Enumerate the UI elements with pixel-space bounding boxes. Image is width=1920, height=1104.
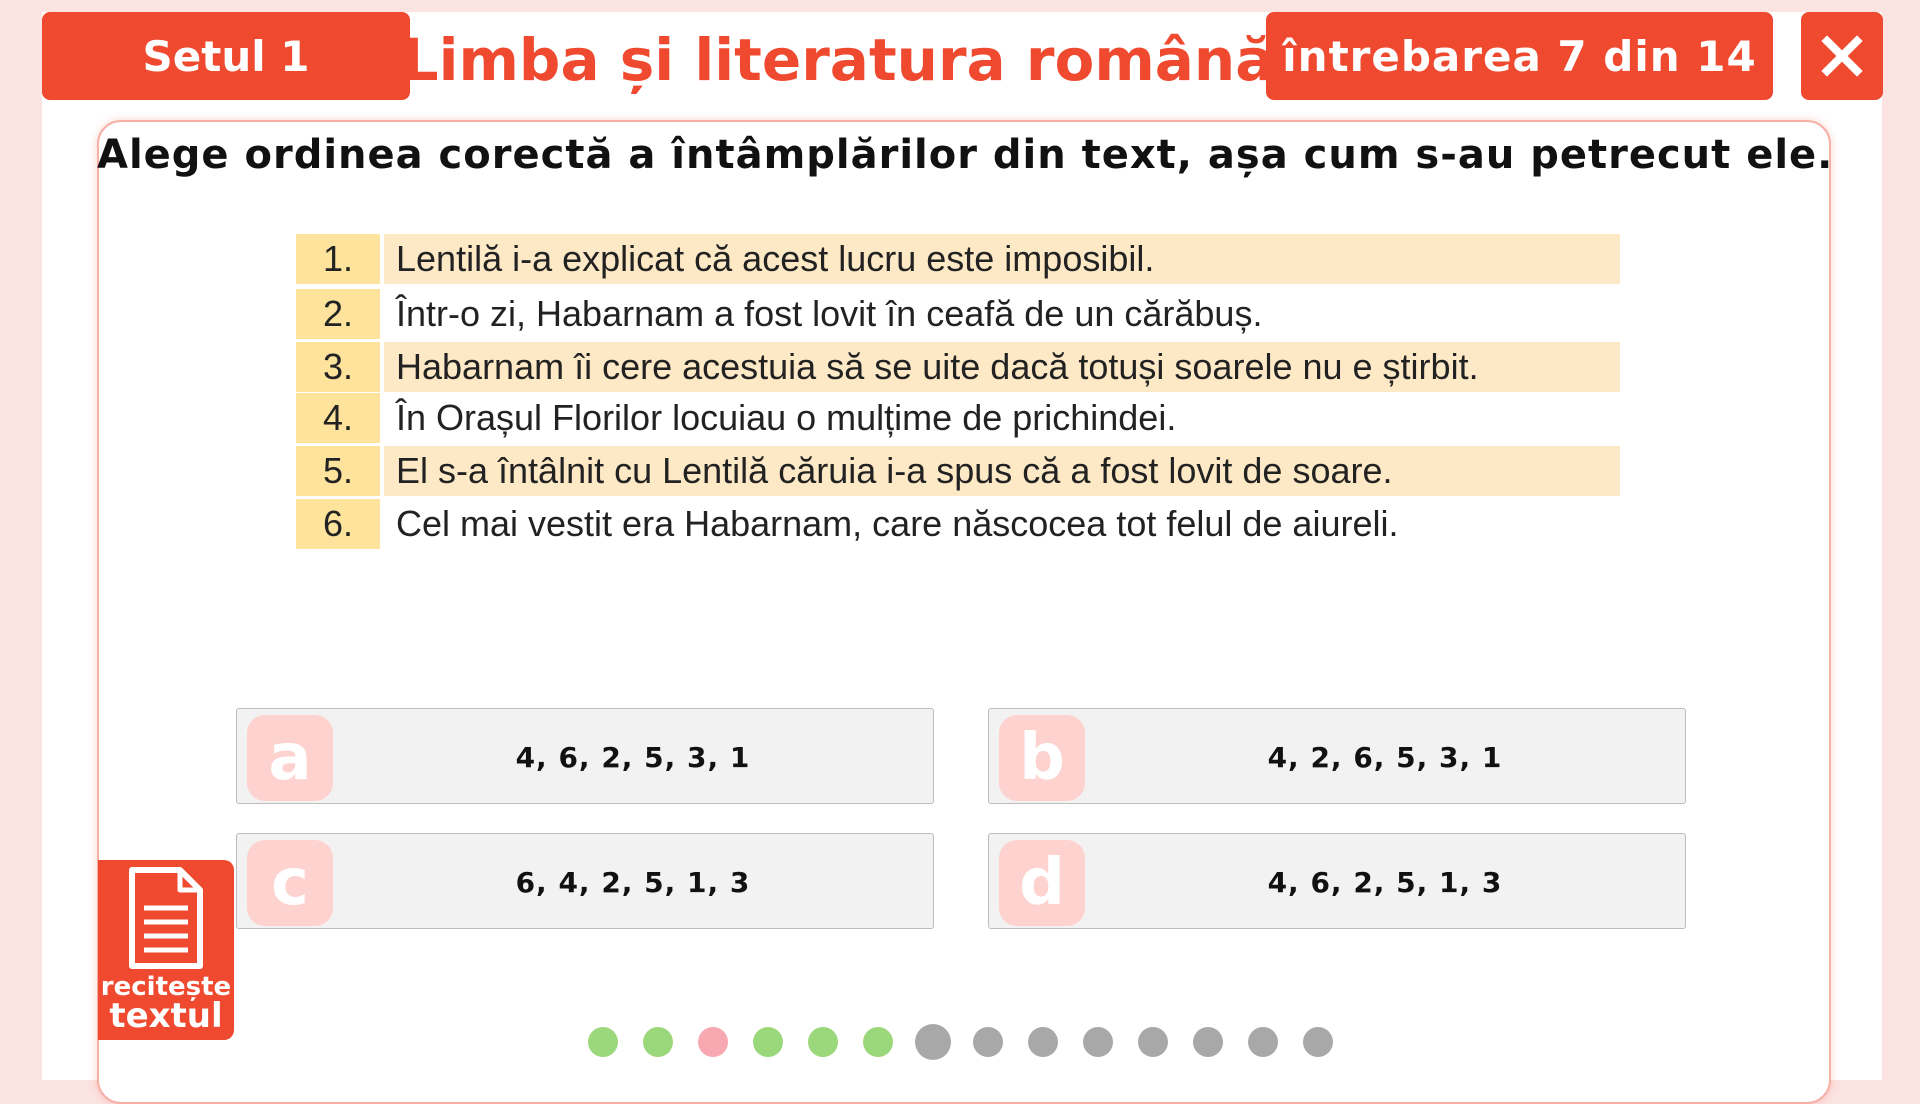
answer-option-b[interactable]: b 4, 2, 6, 5, 3, 1 xyxy=(988,708,1686,804)
progress-dot-4[interactable] xyxy=(753,1027,783,1057)
set-tab: Setul 1 xyxy=(42,12,410,100)
event-number: 6. xyxy=(296,499,380,549)
event-item: 6. Cel mai vestit era Habarnam, care născ… xyxy=(296,499,1626,549)
set-label: Setul 1 xyxy=(142,31,310,81)
progress-dot-12[interactable] xyxy=(1193,1027,1223,1057)
answer-letter-badge: a xyxy=(247,715,333,801)
answer-letter-badge: d xyxy=(999,840,1085,926)
event-text: El s-a întâlnit cu Lentilă căruia i-a sp… xyxy=(384,446,1620,496)
progress-dot-13[interactable] xyxy=(1248,1027,1278,1057)
event-item: 4. În Orașul Florilor locuiau o mulțime d… xyxy=(296,393,1626,443)
answer-value: 4, 2, 6, 5, 3, 1 xyxy=(1267,740,1503,774)
close-button[interactable] xyxy=(1801,12,1883,100)
progress-dot-2[interactable] xyxy=(643,1027,673,1057)
progress-dot-6[interactable] xyxy=(863,1027,893,1057)
progress-dot-5[interactable] xyxy=(808,1027,838,1057)
answer-letter-badge: b xyxy=(999,715,1085,801)
answer-value: 6, 4, 2, 5, 1, 3 xyxy=(515,865,751,899)
event-text: Lentilă i-a explicat că acest lucru este… xyxy=(384,234,1620,284)
question-counter-tab: întrebarea 7 din 14 xyxy=(1266,12,1773,100)
progress-dot-1[interactable] xyxy=(588,1027,618,1057)
progress-dot-9[interactable] xyxy=(1028,1027,1058,1057)
document-icon xyxy=(129,867,203,969)
event-number: 5. xyxy=(296,446,380,496)
question-prompt: Alege ordinea corectă a întâmplărilor di… xyxy=(97,132,1834,178)
progress-dot-10[interactable] xyxy=(1083,1027,1113,1057)
reread-label-line2: textul xyxy=(109,996,223,1036)
progress-dot-7[interactable] xyxy=(915,1024,951,1060)
answer-value: 4, 6, 2, 5, 1, 3 xyxy=(1267,865,1503,899)
event-item: 5. El s-a întâlnit cu Lentilă căruia i-a … xyxy=(296,446,1626,496)
reread-text-button[interactable]: recitește textul xyxy=(98,860,234,1040)
progress-dot-14[interactable] xyxy=(1303,1027,1333,1057)
progress-dot-3[interactable] xyxy=(698,1027,728,1057)
answer-option-d[interactable]: d 4, 6, 2, 5, 1, 3 xyxy=(988,833,1686,929)
answer-option-a[interactable]: a 4, 6, 2, 5, 3, 1 xyxy=(236,708,934,804)
event-number: 1. xyxy=(296,234,380,284)
event-item: 3. Habarnam îi cere acestuia să se uite d… xyxy=(296,342,1626,392)
question-counter: întrebarea 7 din 14 xyxy=(1282,31,1757,81)
subject-title: Limba și literatura română xyxy=(401,26,1275,94)
answer-option-c[interactable]: c 6, 4, 2, 5, 1, 3 xyxy=(236,833,934,929)
answer-letter-badge: c xyxy=(247,840,333,926)
event-text: Într-o zi, Habarnam a fost lovit în ceaf… xyxy=(396,293,1263,334)
event-number: 4. xyxy=(296,393,380,443)
event-text: Cel mai vestit era Habarnam, care născoc… xyxy=(396,503,1399,544)
close-icon xyxy=(1821,35,1863,77)
progress-dot-11[interactable] xyxy=(1138,1027,1168,1057)
event-text: Habarnam îi cere acestuia să se uite dac… xyxy=(384,342,1620,392)
event-number: 3. xyxy=(296,342,380,392)
event-item: 1. Lentilă i-a explicat că acest lucru es… xyxy=(296,234,1626,284)
event-text: În Orașul Florilor locuiau o mulțime de … xyxy=(396,397,1177,438)
event-item: 2. Într-o zi, Habarnam a fost lovit în ce… xyxy=(296,289,1626,339)
event-number: 2. xyxy=(296,289,380,339)
answer-value: 4, 6, 2, 5, 3, 1 xyxy=(515,740,751,774)
progress-dot-8[interactable] xyxy=(973,1027,1003,1057)
